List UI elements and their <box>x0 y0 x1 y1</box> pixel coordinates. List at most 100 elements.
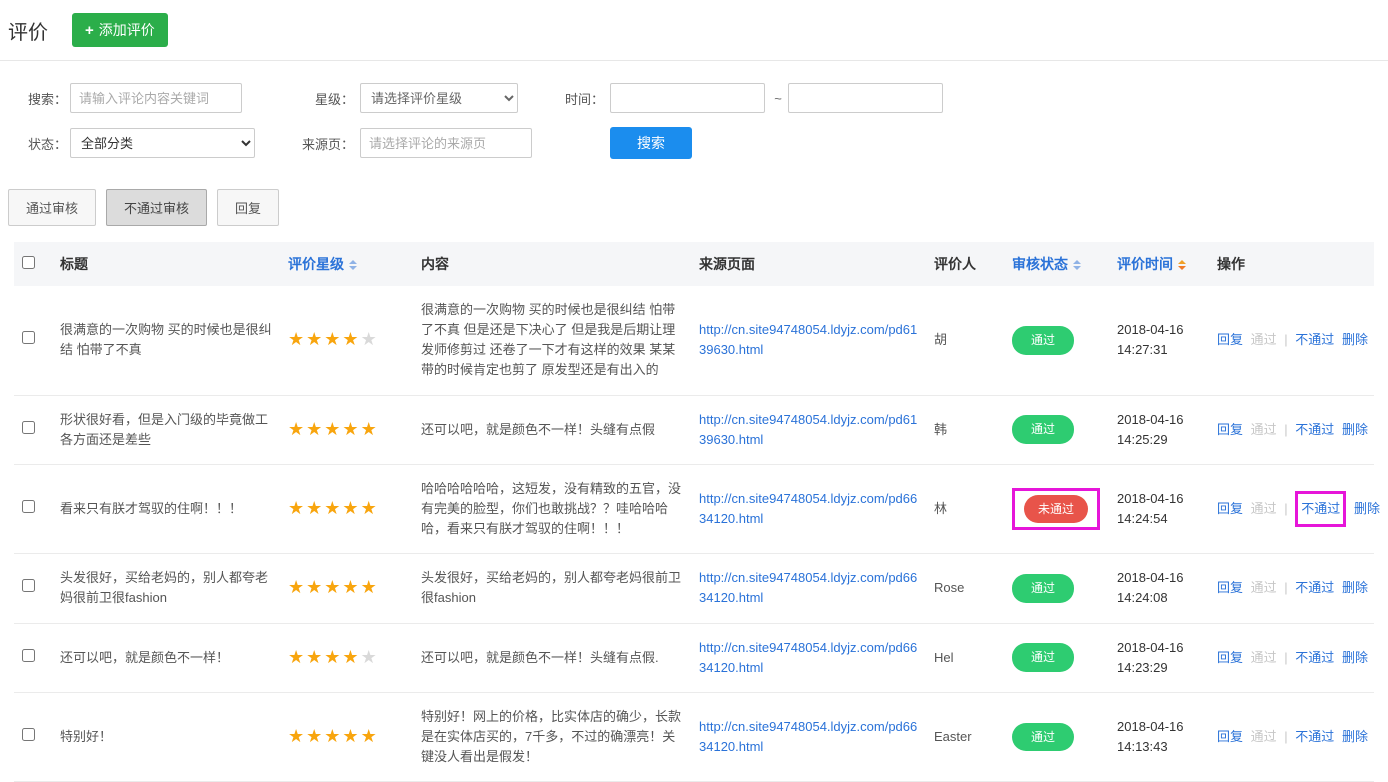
star-icon: ★ <box>361 577 379 597</box>
status-badge-wrap: 通过 <box>1012 415 1074 444</box>
row-actions: 回复 通过 | 不通过 删除 <box>1209 692 1374 781</box>
star-filter-label: 星级： <box>258 89 360 108</box>
star-filter-select[interactable]: 请选择评价星级 <box>360 83 518 113</box>
review-time: 2018-04-16 14:13:43 <box>1109 692 1209 781</box>
status-filter-select[interactable]: 全部分类 <box>70 128 255 158</box>
review-title: 很满意的一次购物 买的时候也是很纠结 怕带了不真 <box>52 286 280 395</box>
reviews-table: 标题 评价星级 内容 来源页面 评价人 审核状态 评价时间 操作 很满意的一次购… <box>14 242 1374 782</box>
status-badge: 通过 <box>1012 326 1074 355</box>
action-separator: | <box>1284 580 1287 595</box>
time-start-input[interactable] <box>610 83 765 113</box>
star-icon: ★ <box>288 647 306 667</box>
reply-link[interactable]: 回复 <box>1217 422 1243 437</box>
reviewer-name: Rose <box>926 554 1004 623</box>
delete-link[interactable]: 删除 <box>1342 729 1368 744</box>
row-checkbox[interactable] <box>22 728 35 741</box>
status-badge-wrap: 通过 <box>1012 326 1074 355</box>
search-button[interactable]: 搜索 <box>610 127 692 159</box>
review-date: 2018-04-16 <box>1117 568 1201 588</box>
source-page-link[interactable]: http://cn.site94748054.ldyjz.com/pd61396… <box>699 322 917 357</box>
delete-link[interactable]: 删除 <box>1342 422 1368 437</box>
review-clock: 14:27:31 <box>1117 340 1201 360</box>
reviewer-name: Easter <box>926 692 1004 781</box>
sort-icon[interactable] <box>1073 260 1081 270</box>
star-rating: ★★★★★ <box>288 581 379 596</box>
review-title: 形状很好看，但是入门级的毕竟做工各方面还是差些 <box>52 395 280 464</box>
approve-link[interactable]: 通过 <box>1251 501 1277 516</box>
source-page-link[interactable]: http://cn.site94748054.ldyjz.com/pd66341… <box>699 719 917 754</box>
reject-link[interactable]: 不通过 <box>1295 332 1334 347</box>
status-badge: 通过 <box>1012 723 1074 752</box>
star-icon: ★ <box>342 329 360 349</box>
reject-link[interactable]: 不通过 <box>1295 580 1334 595</box>
source-page-link[interactable]: http://cn.site94748054.ldyjz.com/pd66341… <box>699 640 917 675</box>
header-time-sortable[interactable]: 评价时间 <box>1109 242 1209 286</box>
review-content: 特别好！网上的价格，比实体店的确少，长款是在实体店买的，7千多，不过的确漂亮！关… <box>413 692 691 781</box>
row-checkbox[interactable] <box>22 649 35 662</box>
review-content: 头发很好，买给老妈的，别人都夸老妈很前卫很fashion <box>413 554 691 623</box>
select-all-checkbox[interactable] <box>22 256 35 269</box>
row-checkbox[interactable] <box>22 579 35 592</box>
reject-link[interactable]: 不通过 <box>1295 491 1346 527</box>
sort-icon[interactable] <box>349 260 357 270</box>
reply-link[interactable]: 回复 <box>1217 729 1243 744</box>
delete-link[interactable]: 删除 <box>1342 650 1368 665</box>
status-badge: 未通过 <box>1024 495 1088 524</box>
reject-link[interactable]: 不通过 <box>1295 422 1334 437</box>
status-badge: 通过 <box>1012 574 1074 603</box>
delete-link[interactable]: 删除 <box>1342 580 1368 595</box>
review-content: 哈哈哈哈哈哈，这短发，没有精致的五官，没有完美的脸型，你们也敢挑战？？哇哈哈哈哈… <box>413 464 691 553</box>
bulk-reject-button[interactable]: 不通过审核 <box>106 189 207 226</box>
table-row: 特别好！ ★★★★★ 特别好！网上的价格，比实体店的确少，长款是在实体店买的，7… <box>14 692 1374 781</box>
header-actions: 操作 <box>1209 242 1374 286</box>
star-icon: ★ <box>288 329 306 349</box>
reply-link[interactable]: 回复 <box>1217 332 1243 347</box>
bulk-approve-button[interactable]: 通过审核 <box>8 189 96 226</box>
source-page-link[interactable]: http://cn.site94748054.ldyjz.com/pd66341… <box>699 491 917 526</box>
delete-link[interactable]: 删除 <box>1342 332 1368 347</box>
reply-link[interactable]: 回复 <box>1217 580 1243 595</box>
time-filter-label: 时间： <box>522 89 610 108</box>
review-clock: 14:25:29 <box>1117 430 1201 450</box>
row-actions: 回复 通过 | 不通过 删除 <box>1209 554 1374 623</box>
table-row: 看来只有朕才驾驭的住啊！！！ ★★★★★ 哈哈哈哈哈哈，这短发，没有精致的五官，… <box>14 464 1374 553</box>
approve-link[interactable]: 通过 <box>1251 422 1277 437</box>
approve-link[interactable]: 通过 <box>1251 729 1277 744</box>
action-separator: | <box>1284 501 1287 516</box>
row-checkbox[interactable] <box>22 500 35 513</box>
approve-link[interactable]: 通过 <box>1251 332 1277 347</box>
action-separator: | <box>1284 650 1287 665</box>
review-clock: 14:24:54 <box>1117 509 1201 529</box>
table-row: 很满意的一次购物 买的时候也是很纠结 怕带了不真 ★★★★★ 很满意的一次购物 … <box>14 286 1374 395</box>
header-status-sortable[interactable]: 审核状态 <box>1004 242 1109 286</box>
star-icon: ★ <box>361 726 379 746</box>
row-checkbox[interactable] <box>22 421 35 434</box>
star-icon: ★ <box>306 419 324 439</box>
reject-link[interactable]: 不通过 <box>1295 729 1334 744</box>
bulk-reply-button[interactable]: 回复 <box>217 189 279 226</box>
status-badge-wrap: 通过 <box>1012 574 1074 603</box>
delete-link[interactable]: 删除 <box>1354 501 1380 516</box>
star-icon: ★ <box>324 577 342 597</box>
reject-link[interactable]: 不通过 <box>1295 650 1334 665</box>
header-stars-sortable[interactable]: 评价星级 <box>280 242 413 286</box>
approve-link[interactable]: 通过 <box>1251 650 1277 665</box>
reply-link[interactable]: 回复 <box>1217 501 1243 516</box>
sort-icon[interactable] <box>1178 260 1186 270</box>
time-end-input[interactable] <box>788 83 943 113</box>
reply-link[interactable]: 回复 <box>1217 650 1243 665</box>
keyword-input[interactable] <box>70 83 242 113</box>
source-page-link[interactable]: http://cn.site94748054.ldyjz.com/pd61396… <box>699 412 917 447</box>
source-input[interactable] <box>360 128 532 158</box>
source-filter-label: 来源页： <box>258 134 360 153</box>
add-review-button[interactable]: + 添加评价 <box>72 13 168 47</box>
action-separator: | <box>1284 422 1287 437</box>
review-content: 还可以吧，就是颜色不一样！头缝有点假. <box>413 623 691 692</box>
review-date: 2018-04-16 <box>1117 638 1201 658</box>
approve-link[interactable]: 通过 <box>1251 580 1277 595</box>
review-time: 2018-04-16 14:24:08 <box>1109 554 1209 623</box>
source-page-link[interactable]: http://cn.site94748054.ldyjz.com/pd66341… <box>699 570 917 605</box>
table-header-row: 标题 评价星级 内容 来源页面 评价人 审核状态 评价时间 操作 <box>14 242 1374 286</box>
reviewer-name: 韩 <box>926 395 1004 464</box>
row-checkbox[interactable] <box>22 331 35 344</box>
